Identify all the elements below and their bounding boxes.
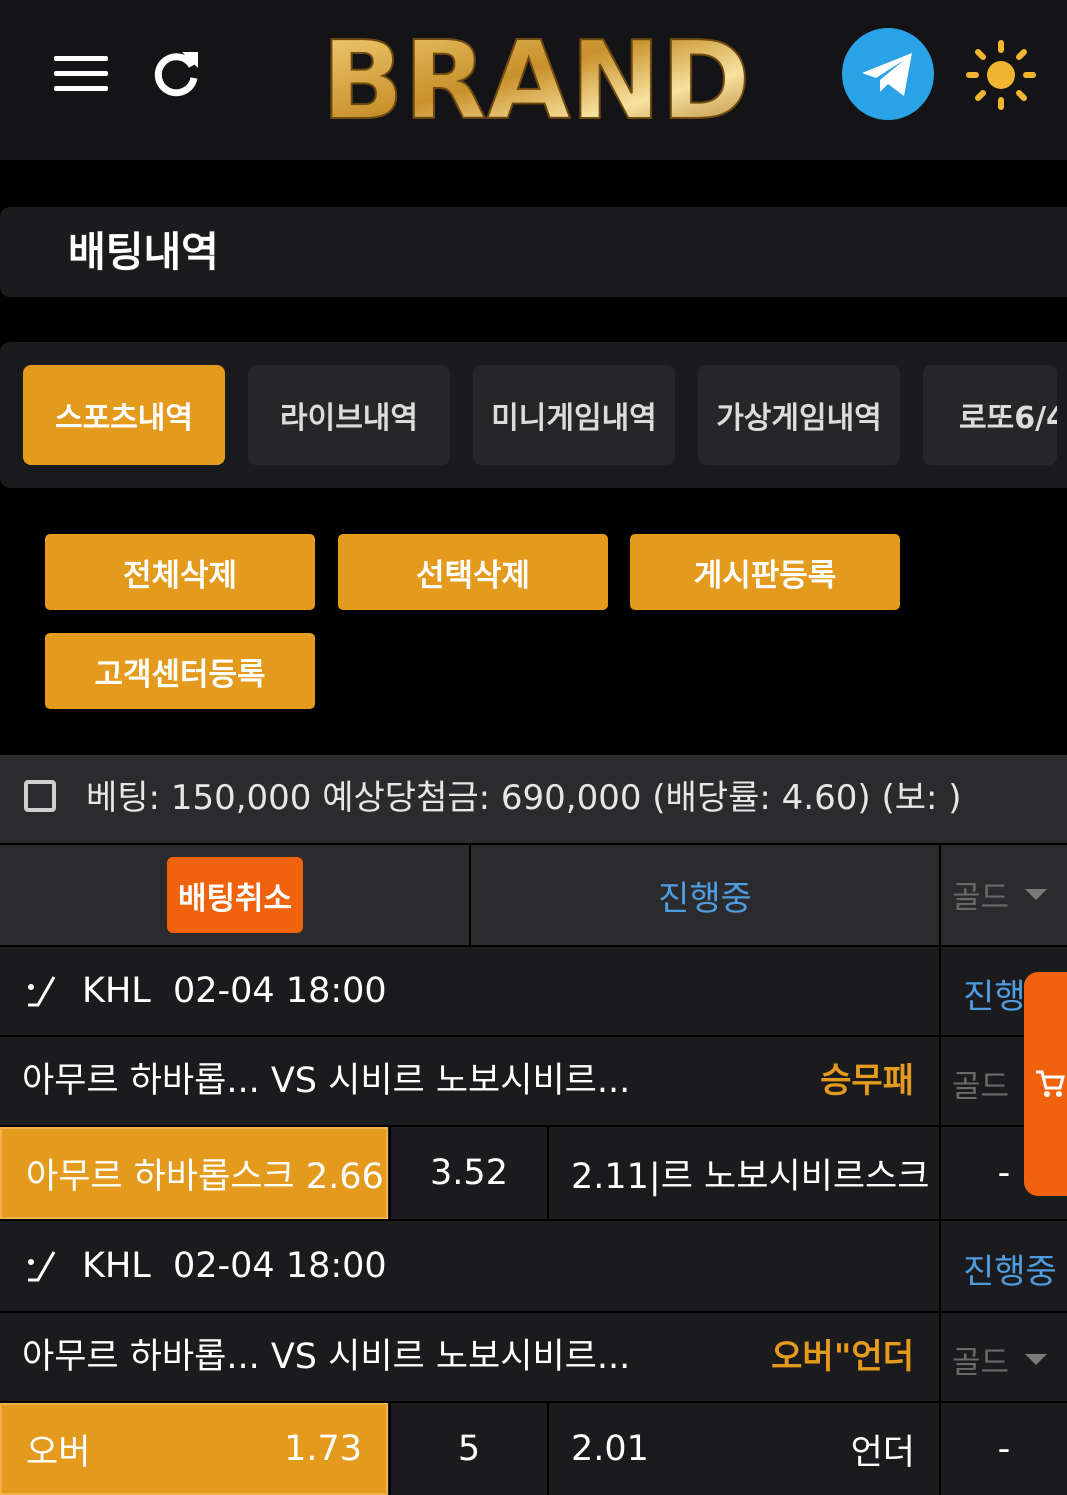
tab-sports[interactable]: 스포츠내역 — [23, 365, 225, 465]
odds-row: 오버 1.73 5 2.01 언더 - — [0, 1403, 1067, 1495]
gold-label: 골드 — [952, 1069, 1010, 1105]
support-register-button[interactable]: 고객센터등록 — [45, 633, 315, 709]
divider — [939, 1221, 941, 1311]
gold-label: 골드 — [952, 880, 1010, 916]
divider — [939, 947, 941, 1035]
tab-lotto[interactable]: 로또6/4 — [923, 365, 1057, 465]
match-status: 진행중 — [963, 977, 1025, 1017]
tab-virtual[interactable]: 가상게임내역 — [698, 365, 900, 465]
tab-live[interactable]: 라이브내역 — [248, 365, 450, 465]
betslip-cart-button[interactable] — [1024, 972, 1067, 1196]
odds-row: 아무르 하바롭스크 2.66 3.52 2.11|르 노보시비르스크 - — [0, 1127, 1067, 1219]
hockey-stick-icon — [28, 976, 56, 1007]
gold-label: 골드 — [952, 1345, 1010, 1381]
match-row: 아무르 하바롭... VS 시비르 노보시비르... 승무패 골드 — [0, 1037, 1067, 1125]
gold-dropdown[interactable]: 골드 — [952, 1337, 1048, 1382]
market-type: 승무패 — [820, 1061, 914, 1101]
odds-home-text: 아무르 하바롭스크 2.66 — [26, 1156, 384, 1197]
odds-under-label: 언더 — [850, 1432, 915, 1473]
league-name: KHL — [82, 971, 151, 1011]
match-teams: 아무르 하바롭... VS 시비르 노보시비르... — [22, 1061, 631, 1101]
odds-line-text: 5 — [457, 1429, 481, 1469]
delete-all-button[interactable]: 전체삭제 — [45, 534, 315, 610]
league-name: KHL — [82, 1246, 151, 1286]
match-status: 진행중 — [963, 1252, 1057, 1292]
bet-result: - — [941, 1403, 1067, 1495]
bet-status-label: 진행중 — [658, 878, 752, 919]
odds-under-value: 2.01 — [571, 1429, 649, 1469]
telegram-icon[interactable] — [842, 28, 934, 120]
hockey-stick-icon — [28, 1251, 56, 1282]
hamburger-icon[interactable] — [54, 56, 108, 92]
chevron-down-icon — [1025, 889, 1048, 900]
gold-dropdown[interactable]: 골드 — [952, 872, 1048, 917]
odds-over-label: 오버 — [26, 1432, 91, 1473]
chevron-down-icon — [1025, 1354, 1048, 1365]
brand-logo[interactable]: BRAND — [320, 18, 751, 145]
odds-under[interactable]: 2.01 언더 — [549, 1403, 939, 1495]
odds-line[interactable]: 5 — [391, 1403, 547, 1495]
cart-icon — [1036, 1070, 1065, 1097]
bet-summary-text: 베팅: 150,000 예상당첨금: 690,000 (배당률: 4.60) (… — [86, 778, 962, 818]
odds-draw[interactable]: 3.52 — [391, 1127, 547, 1219]
market-type: 오버"언더 — [771, 1337, 914, 1377]
match-teams: 아무르 하바롭... VS 시비르 노보시비르... — [22, 1337, 631, 1377]
page-title: 배팅내역 — [68, 228, 219, 276]
divider — [939, 1037, 941, 1125]
league-row: KHL 02-04 18:00 진행중 — [0, 1221, 1067, 1311]
delete-selected-button[interactable]: 선택삭제 — [338, 534, 608, 610]
match-row: 아무르 하바롭... VS 시비르 노보시비르... 오버"언더 골드 — [0, 1313, 1067, 1401]
divider — [939, 1313, 941, 1401]
select-checkbox[interactable] — [24, 780, 56, 812]
odds-over-selected[interactable]: 오버 1.73 — [0, 1403, 388, 1495]
gold-dropdown[interactable]: 골드 — [952, 1061, 1009, 1106]
odds-away-text: 2.11|르 노보시비르스크 — [571, 1156, 930, 1197]
bet-result-text: - — [997, 1429, 1011, 1469]
odds-over-value: 1.73 — [284, 1429, 362, 1469]
bet-result-text: - — [997, 1153, 1011, 1193]
cancel-bet-button[interactable]: 배팅취소 — [167, 857, 303, 933]
sun-icon[interactable] — [966, 40, 1036, 110]
league-row: KHL 02-04 18:00 진행중 — [0, 947, 1067, 1035]
refresh-icon[interactable] — [148, 46, 204, 102]
odds-draw-text: 3.52 — [430, 1153, 508, 1193]
tab-minigame[interactable]: 미니게임내역 — [473, 365, 675, 465]
board-register-button[interactable]: 게시판등록 — [630, 534, 900, 610]
match-datetime: 02-04 18:00 — [173, 971, 387, 1011]
match-datetime: 02-04 18:00 — [173, 1246, 387, 1286]
odds-home-selected[interactable]: 아무르 하바롭스크 2.66 — [0, 1127, 388, 1219]
odds-away[interactable]: 2.11|르 노보시비르스크 — [549, 1127, 939, 1219]
brand-text: BRAND — [326, 19, 746, 138]
